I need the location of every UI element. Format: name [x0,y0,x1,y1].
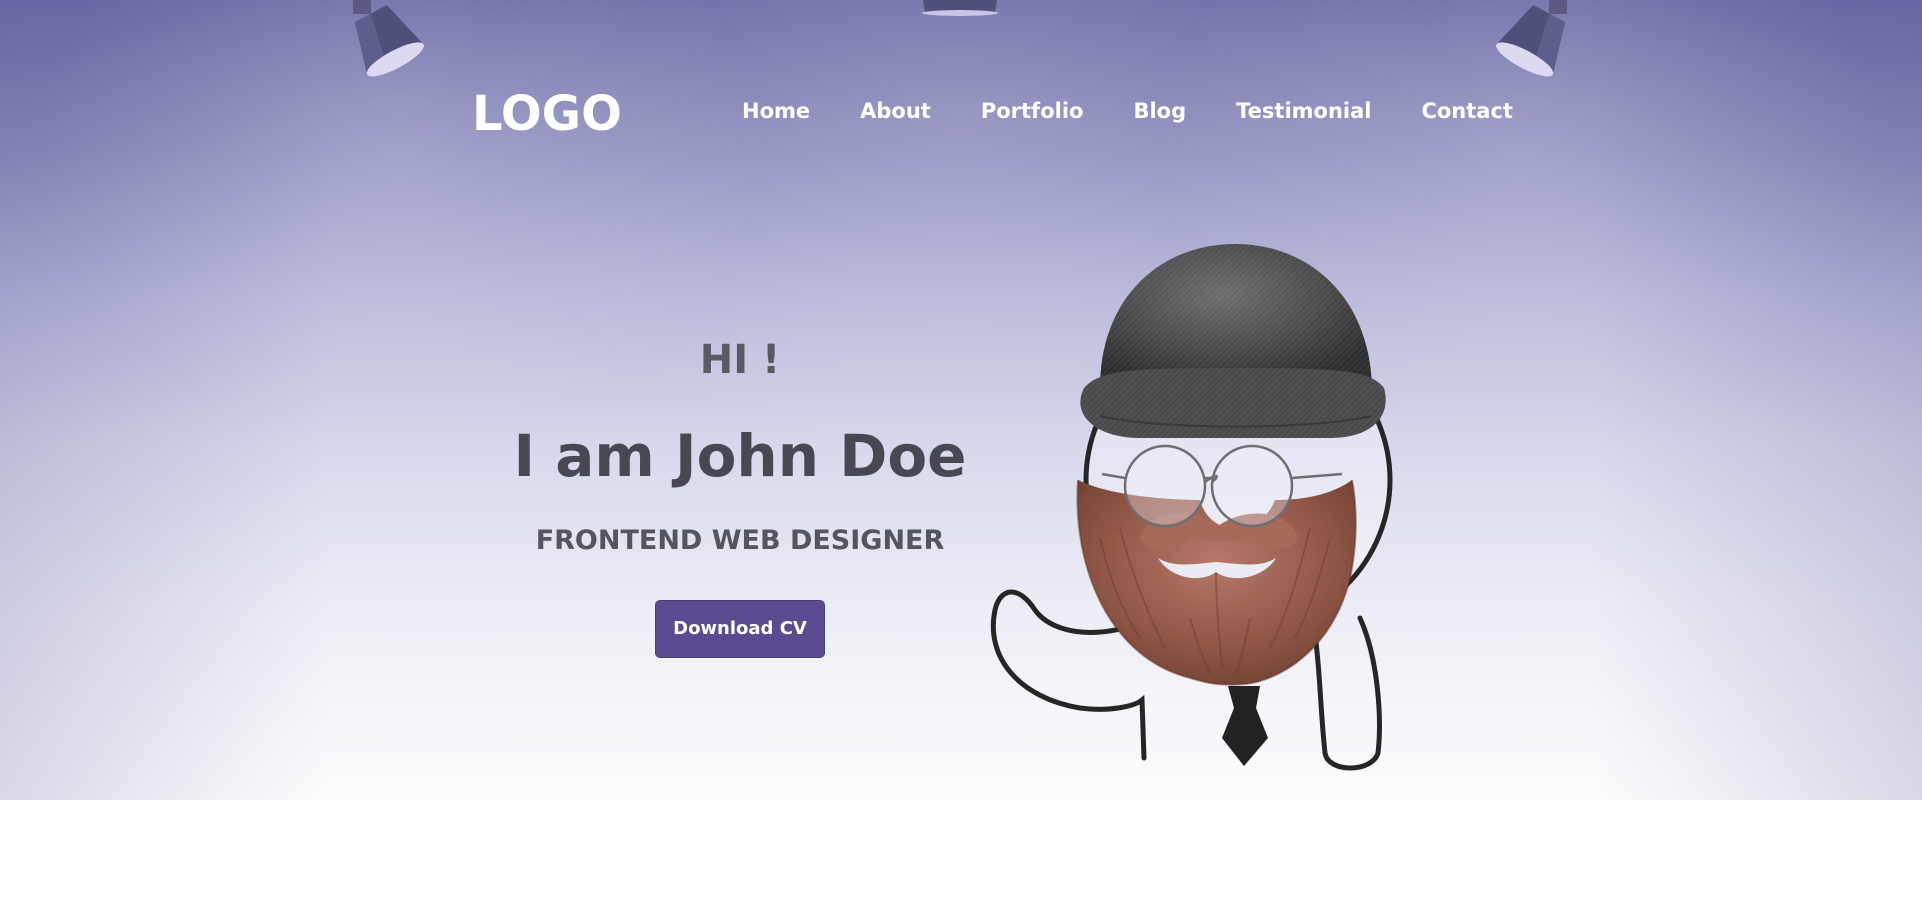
logo-link[interactable]: LOGO [472,86,622,142]
nav-item-home[interactable]: Home [742,99,810,123]
nav-item-testimonial[interactable]: Testimonial [1236,99,1371,123]
hero-section: LOGO Home About Portfolio Blog Testimoni… [0,0,1922,908]
hero-intro: HI ! I am John Doe FRONTEND WEB DESIGNER… [470,330,1010,658]
greeting-text: HI ! [699,337,781,383]
job-title: FRONTEND WEB DESIGNER [535,525,945,556]
nav-item-about[interactable]: About [860,99,931,123]
bearded-man-illustration [990,244,1393,771]
download-cv-button[interactable]: Download CV [655,600,825,658]
nav-item-portfolio[interactable]: Portfolio [981,99,1084,123]
hero-name-heading: I am John Doe [513,422,967,490]
spotlight-center-icon [922,0,998,16]
top-navigation: LOGO Home About Portfolio Blog Testimoni… [0,80,1922,142]
nav-item-blog[interactable]: Blog [1133,99,1186,123]
nav-item-contact[interactable]: Contact [1421,99,1513,123]
nav-menu: Home About Portfolio Blog Testimonial Co… [742,99,1513,123]
